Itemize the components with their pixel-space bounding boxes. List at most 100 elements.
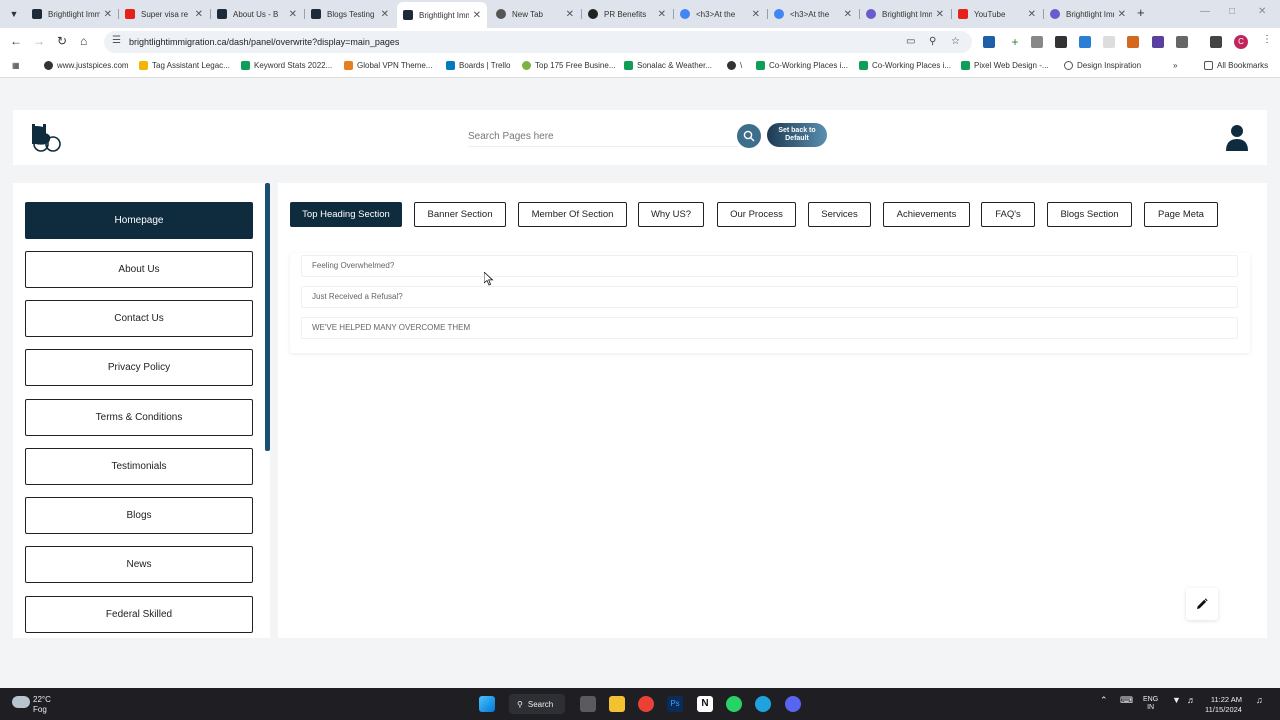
- tab-our-process[interactable]: Our Process: [717, 202, 796, 227]
- tab-close-icon[interactable]: ✕: [381, 9, 389, 20]
- heading-line-2-field[interactable]: Just Received a Refusal?: [301, 286, 1238, 308]
- all-bookmarks[interactable]: All Bookmarks: [1204, 61, 1268, 70]
- tray-overflow-chevron-icon[interactable]: ⌃: [1100, 696, 1108, 705]
- browser-tab[interactable]: <h3>At the ✕: [674, 4, 766, 24]
- bookmark-item[interactable]: Top 175 Free Busine...: [522, 61, 616, 70]
- tab-close-icon[interactable]: ✕: [195, 9, 203, 20]
- bookmark-item[interactable]: Co-Working Places i...: [859, 61, 951, 70]
- sidebar-scrollbar[interactable]: [265, 183, 270, 451]
- user-account-icon[interactable]: [1225, 124, 1249, 152]
- windows-start-icon[interactable]: [479, 696, 495, 712]
- reload-icon[interactable]: ↻: [57, 34, 67, 48]
- tab-page-meta[interactable]: Page Meta: [1144, 202, 1218, 227]
- extension-icon[interactable]: [1055, 36, 1067, 48]
- weather-widget[interactable]: 22°C Fog: [33, 695, 51, 715]
- sidebar-item-testimonials[interactable]: Testimonials: [25, 448, 253, 485]
- sidebar-item-federal-skilled[interactable]: Federal Skilled: [25, 596, 253, 633]
- browser-tab-active[interactable]: Brightlight Imm ✕: [397, 2, 487, 28]
- browser-tab[interactable]: Super visa re ✕: [119, 4, 209, 24]
- sidebar-item-privacy-policy[interactable]: Privacy Policy: [25, 349, 253, 386]
- search-pages-input[interactable]: [468, 127, 738, 147]
- browser-tab[interactable]: Brightlight Imm ✕: [1044, 4, 1132, 24]
- tab-close-icon[interactable]: ✕: [936, 9, 944, 20]
- extensions-puzzle-icon[interactable]: [1176, 36, 1188, 48]
- tab-services[interactable]: Services: [808, 202, 871, 227]
- bookmarks-overflow-chevron-icon[interactable]: »: [1173, 61, 1177, 70]
- notion-icon[interactable]: N: [697, 696, 713, 712]
- system-clock[interactable]: 11:22 AM 11/15/2024: [1205, 695, 1242, 715]
- extension-badge-icon[interactable]: [1152, 36, 1164, 48]
- tab-blogs-section[interactable]: Blogs Section: [1047, 202, 1132, 227]
- task-view-icon[interactable]: [580, 696, 596, 712]
- extension-icon[interactable]: [1127, 36, 1139, 48]
- wifi-icon[interactable]: ▼: [1172, 696, 1181, 705]
- sidebar-item-homepage[interactable]: Homepage: [25, 202, 253, 239]
- extension-icon[interactable]: [983, 36, 995, 48]
- taskbar-search[interactable]: ⚲ Search: [509, 694, 565, 714]
- sidebar-item-blogs[interactable]: Blogs: [25, 497, 253, 534]
- camera-extension-icon[interactable]: [1031, 36, 1043, 48]
- zoom-icon[interactable]: ⚲: [929, 36, 936, 47]
- brightlight-logo[interactable]: [27, 124, 67, 152]
- profile-avatar[interactable]: C: [1234, 35, 1248, 49]
- whatsapp-icon[interactable]: [726, 696, 742, 712]
- browser-tab[interactable]: <h3>At the ✕: [768, 4, 858, 24]
- bookmark-item[interactable]: Keyword Stats 2022...: [241, 61, 332, 70]
- browser-tab[interactable]: About Us - B ✕: [211, 4, 303, 24]
- file-explorer-icon[interactable]: [609, 696, 625, 712]
- tab-close-icon[interactable]: ✕: [473, 10, 481, 21]
- volume-icon[interactable]: ♬: [1187, 696, 1196, 705]
- browser-tab[interactable]: PR Benefits ✕: [582, 4, 672, 24]
- apps-grid-icon[interactable]: ▦: [12, 61, 20, 70]
- install-app-icon[interactable]: ▭: [906, 36, 915, 47]
- bookmark-item[interactable]: Pixel Web Design -...: [961, 61, 1049, 70]
- site-info-icon[interactable]: ☰: [112, 35, 121, 46]
- tab-achievements[interactable]: Achievements: [883, 202, 970, 227]
- tab-why-us[interactable]: Why US?: [638, 202, 704, 227]
- address-bar[interactable]: ☰ brightlightimmigration.ca/dash/panel/o…: [104, 31, 972, 53]
- browser-tab[interactable]: Brightlight Imm ✕: [26, 4, 118, 24]
- minimize-icon[interactable]: —: [1200, 6, 1210, 17]
- bookmark-item[interactable]: Tag Assistant Legac...: [139, 61, 230, 70]
- bookmark-star-icon[interactable]: ☆: [951, 36, 960, 47]
- tab-close-icon[interactable]: ✕: [566, 9, 574, 20]
- tab-top-heading-section[interactable]: Top Heading Section: [290, 202, 402, 227]
- bookmark-item[interactable]: Global VPN Theme...: [344, 61, 432, 70]
- bookmark-item[interactable]: \: [727, 61, 742, 70]
- edit-button[interactable]: [1186, 588, 1218, 620]
- photoshop-icon[interactable]: Ps: [667, 696, 683, 712]
- new-tab-plus-icon[interactable]: +: [1137, 5, 1145, 20]
- notification-bell-icon[interactable]: ♫: [1256, 696, 1263, 705]
- browser-menu-icon[interactable]: ⋮: [1262, 34, 1272, 45]
- search-button[interactable]: [737, 124, 761, 148]
- set-back-to-default-button[interactable]: Set back to Default: [767, 123, 827, 147]
- tab-close-icon[interactable]: ✕: [752, 9, 760, 20]
- download-extension-icon[interactable]: [1079, 36, 1091, 48]
- maximize-icon[interactable]: □: [1229, 6, 1235, 17]
- home-icon[interactable]: ⌂: [80, 34, 87, 48]
- bookmark-item[interactable]: Boards | Trello: [446, 61, 510, 70]
- heading-line-3-field[interactable]: WE'VE HELPED MANY OVERCOME THEM: [301, 317, 1238, 339]
- browser-tab[interactable]: Brightlight Imm ✕: [860, 4, 950, 24]
- edge-icon[interactable]: [755, 696, 771, 712]
- bookmark-item[interactable]: www.justspices.com: [44, 61, 129, 70]
- tab-close-icon[interactable]: ✕: [658, 9, 666, 20]
- close-window-icon[interactable]: ✕: [1258, 6, 1266, 17]
- language-indicator[interactable]: ENG IN: [1143, 696, 1158, 712]
- keyboard-icon[interactable]: ⌨: [1120, 696, 1133, 705]
- sidebar-item-about-us[interactable]: About Us: [25, 251, 253, 288]
- tab-member-of-section[interactable]: Member Of Section: [518, 202, 627, 227]
- discord-icon[interactable]: [785, 696, 801, 712]
- sidebar-item-terms-conditions[interactable]: Terms & Conditions: [25, 399, 253, 436]
- forward-arrow-icon[interactable]: →: [33, 34, 45, 48]
- browser-tab[interactable]: Blogs Testing ✕: [305, 4, 395, 24]
- text-extension-icon[interactable]: [1103, 36, 1115, 48]
- tab-close-icon[interactable]: ✕: [104, 9, 112, 20]
- bookmark-item[interactable]: Design Inspiration: [1064, 61, 1141, 70]
- browser-tab[interactable]: YouTube ✕: [952, 4, 1042, 24]
- bookmark-item[interactable]: Co-Working Places i...: [756, 61, 848, 70]
- tab-search-chevron-icon[interactable]: ▼: [6, 7, 22, 21]
- sidebar-item-news[interactable]: News: [25, 546, 253, 583]
- tab-close-icon[interactable]: ✕: [1118, 9, 1126, 20]
- tab-close-icon[interactable]: ✕: [844, 9, 852, 20]
